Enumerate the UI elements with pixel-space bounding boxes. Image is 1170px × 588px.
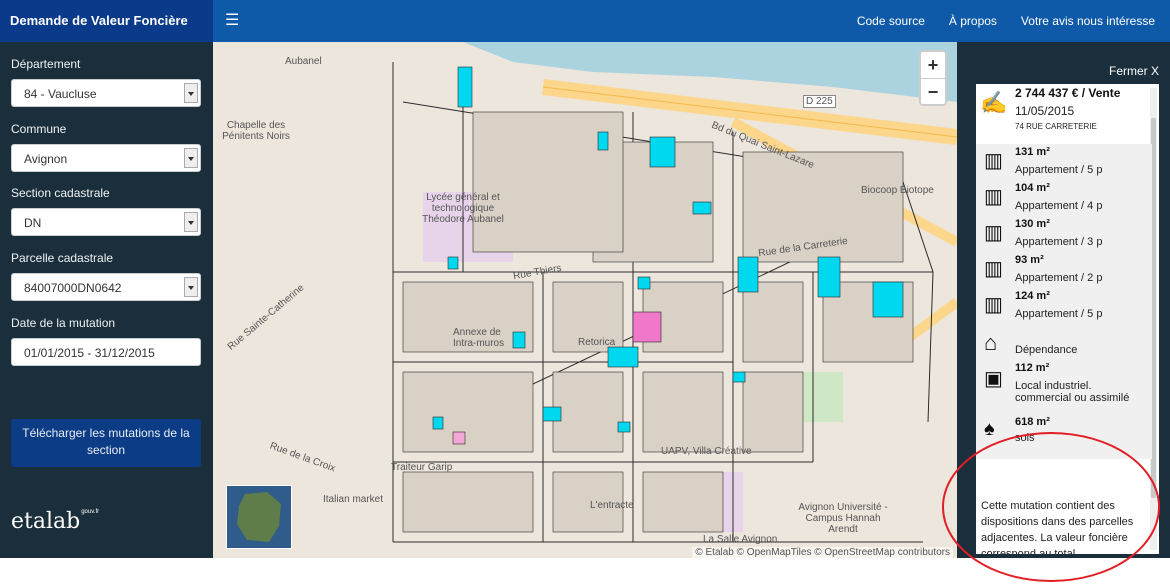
lot-type: Appartement / 2 p [1015,272,1103,284]
sale-deed-icon: ✍ [980,90,1008,115]
map-label: Annexe de Intra-muros [453,327,505,349]
menu-icon[interactable]: ☰ [225,10,239,30]
top-navbar: ☰ Code source À propos Votre avis nous i… [213,0,1170,42]
parcel-value: 84007000DN0642 [24,281,122,295]
lot-surface: 130 m² [1015,218,1050,230]
building-icon: ▥ [984,186,1003,208]
building-icon: ▥ [984,258,1003,280]
chevron-down-icon[interactable] [184,83,198,103]
app-title: Demande de Valeur Foncière [0,0,213,42]
section-select[interactable]: DN [11,208,201,236]
chevron-down-icon[interactable] [184,212,198,232]
building-icon: ▥ [984,294,1003,316]
nav-links: Code source À propos Votre avis nous int… [857,0,1155,42]
date-label: Date de la mutation [11,316,116,330]
sale-price: 2 744 437 € / Vente [1015,86,1121,100]
map[interactable]: Aubanel Chapelle des Pénitents Noirs Lyc… [213,42,957,558]
lot-type: Local industriel. commercial ou assimilé [1015,380,1130,404]
lot-surface: 112 m² [1015,362,1050,374]
map-label: La Salle Avignon [703,534,778,545]
map-label: Aubanel [285,56,322,67]
map-label: Lycée général et technologique Théodore … [422,192,504,225]
download-mutations-button[interactable]: Télécharger les mutations de la section [11,419,201,467]
nav-link-about[interactable]: À propos [949,14,997,28]
lot-surface: 93 m² [1015,254,1044,266]
date-range-input[interactable]: 01/01/2015 - 31/12/2015 [11,338,201,366]
date-range-value: 01/01/2015 - 31/12/2015 [24,346,155,360]
mutation-card: ✍ 2 744 437 € / Vente 11/05/2015 74 RUE … [976,84,1159,554]
commune-select[interactable]: Avignon [11,144,201,172]
map-label: Biocoop Biotope [861,185,934,196]
department-select[interactable]: 84 - Vaucluse [11,79,201,107]
chevron-down-icon[interactable] [184,148,198,168]
parcel-label: Parcelle cadastrale [11,251,114,265]
sidebar: Département 84 - Vaucluse Commune Avigno… [0,42,213,558]
lot-type: Appartement / 5 p [1015,164,1103,176]
lot-type: Appartement / 4 p [1015,200,1103,212]
zoom-in-button[interactable]: + [921,52,945,79]
lot-surface: 104 m² [1015,182,1050,194]
map-label: Italian market [323,494,384,505]
chevron-down-icon[interactable] [184,277,198,297]
department-label: Département [11,57,81,71]
nav-link-feedback[interactable]: Votre avis nous intéresse [1021,14,1155,28]
etalab-logo: etalabgouv.fr [11,509,99,534]
section-label: Section cadastrale [11,186,110,200]
map-canvas[interactable] [213,42,957,558]
lot-type: sols [1015,432,1035,444]
commune-label: Commune [11,122,67,136]
zoom-out-button[interactable]: − [921,79,945,105]
map-label: D 225 [803,95,836,108]
lot-surface: 131 m² [1015,146,1050,158]
building-icon: ▥ [984,222,1003,244]
garage-icon: ⌂ [984,330,998,355]
zoom-control: + − [919,50,947,106]
department-value: 84 - Vaucluse [24,87,97,101]
map-label: UAPV, Villa Créative [661,446,752,457]
lot-type: Dépendance [1015,344,1078,356]
sale-date: 11/05/2015 [1015,104,1075,118]
lot-surface: 124 m² [1015,290,1050,302]
map-label: Retorica [578,337,616,348]
minimap[interactable] [226,485,292,549]
shop-icon: ▣ [984,368,1003,390]
logo-text: etalab [11,509,81,534]
detail-panel: Fermer X ✍ 2 744 437 € / Vente 11/05/201… [957,42,1170,558]
tree-icon: ♠ [984,418,995,440]
commune-value: Avignon [24,152,68,166]
map-label: Chapelle des Pénitents Noirs [222,120,290,142]
lot-type: Appartement / 3 p [1015,236,1103,248]
france-minimap-icon [227,486,291,548]
logo-sup: gouv.fr [81,509,100,515]
parcel-select[interactable]: 84007000DN0642 [11,273,201,301]
lot-surface: 618 m² [1015,416,1050,428]
adjacent-parcels-note: Cette mutation contient des dispositions… [981,500,1134,554]
section-value: DN [24,216,42,230]
map-attribution: © Etalab © OpenMapTiles © OpenStreetMap … [692,547,953,558]
mutation-header: ✍ 2 744 437 € / Vente 11/05/2015 74 RUE … [976,84,1146,142]
map-label: Traiteur Garip [391,462,453,473]
lot-type: Appartement / 5 p [1015,308,1103,320]
nav-link-source-code[interactable]: Code source [857,14,925,28]
map-label: L'entracte [590,500,634,511]
close-panel-button[interactable]: Fermer X [1109,64,1159,78]
map-label: Avignon Université - Campus Hannah Arend… [798,502,888,535]
sale-address: 74 RUE CARRETERIE [1015,122,1097,131]
building-icon: ▥ [984,150,1003,172]
